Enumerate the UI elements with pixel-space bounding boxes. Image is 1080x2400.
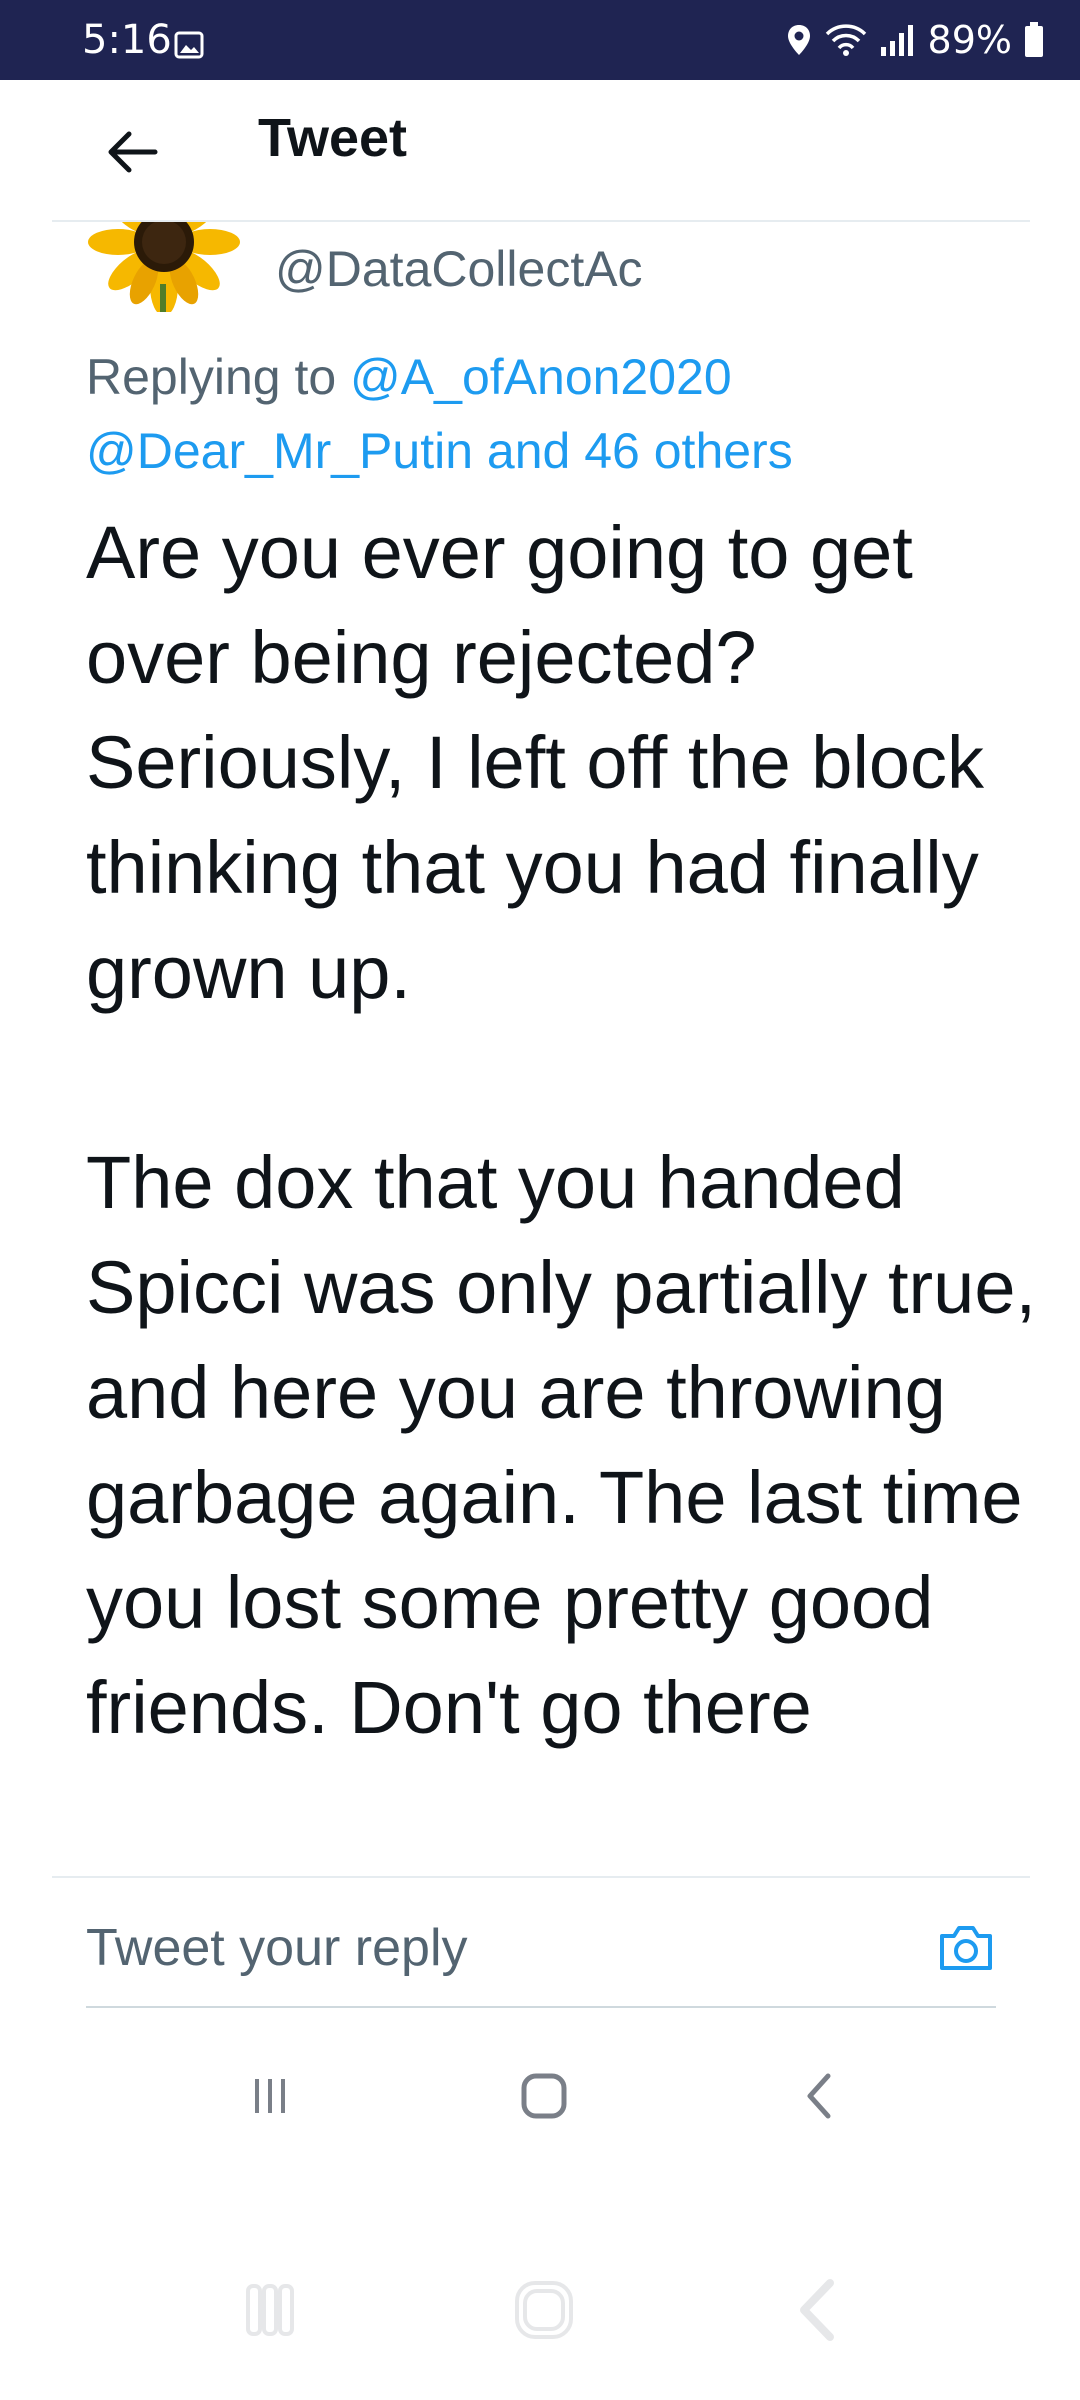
sunflower-avatar-image bbox=[88, 222, 240, 312]
tweet-text: Are you ever going to get over being rej… bbox=[86, 511, 1037, 1749]
avatar[interactable] bbox=[84, 222, 244, 312]
page-title: Tweet bbox=[258, 108, 408, 168]
gallery-icon bbox=[174, 31, 204, 59]
reply-composer[interactable]: Tweet your reply bbox=[86, 1896, 996, 2006]
camera-icon bbox=[940, 1926, 992, 1970]
home-icon bbox=[504, 2270, 584, 2350]
others-link[interactable]: 46 others bbox=[584, 423, 792, 479]
replying-and: and bbox=[473, 423, 585, 479]
home-icon bbox=[521, 2073, 567, 2119]
author-handle[interactable]: @DataCollectAc bbox=[275, 240, 643, 298]
mention-link[interactable]: @Dear_Mr_Putin bbox=[86, 423, 473, 479]
battery-icon bbox=[1025, 22, 1043, 57]
status-time: 5:16 bbox=[82, 17, 172, 63]
system-nav-bar bbox=[0, 2040, 1080, 2150]
replying-prefix: Replying to bbox=[86, 349, 351, 405]
back-icon bbox=[778, 2270, 858, 2350]
faded-nav-bar bbox=[0, 2270, 1080, 2380]
back-button[interactable] bbox=[100, 120, 164, 184]
signal-icon bbox=[880, 25, 913, 56]
status-icons: 89% bbox=[786, 18, 1044, 62]
back-icon bbox=[807, 2073, 831, 2119]
status-bar: 5:16 89% bbox=[0, 0, 1080, 80]
wifi-icon bbox=[825, 24, 866, 56]
nav-back-button[interactable] bbox=[778, 2056, 858, 2136]
home-button[interactable] bbox=[504, 2056, 584, 2136]
replying-to: Replying to @A_ofAnon2020 @Dear_Mr_Putin … bbox=[86, 340, 1046, 488]
reply-underline bbox=[86, 2006, 996, 2008]
mention-link[interactable]: @A_ofAnon2020 bbox=[350, 349, 732, 405]
recents-icon bbox=[230, 2270, 310, 2350]
camera-button[interactable] bbox=[936, 1918, 996, 1978]
recents-icon bbox=[255, 2079, 285, 2113]
location-icon bbox=[787, 25, 810, 55]
reply-input[interactable]: Tweet your reply bbox=[86, 1918, 468, 1978]
arrow-left-icon bbox=[108, 131, 158, 173]
top-app-bar: Tweet bbox=[0, 80, 1080, 220]
divider bbox=[52, 1876, 1030, 1878]
recents-button[interactable] bbox=[230, 2056, 310, 2136]
battery-percent: 89% bbox=[927, 18, 1012, 62]
